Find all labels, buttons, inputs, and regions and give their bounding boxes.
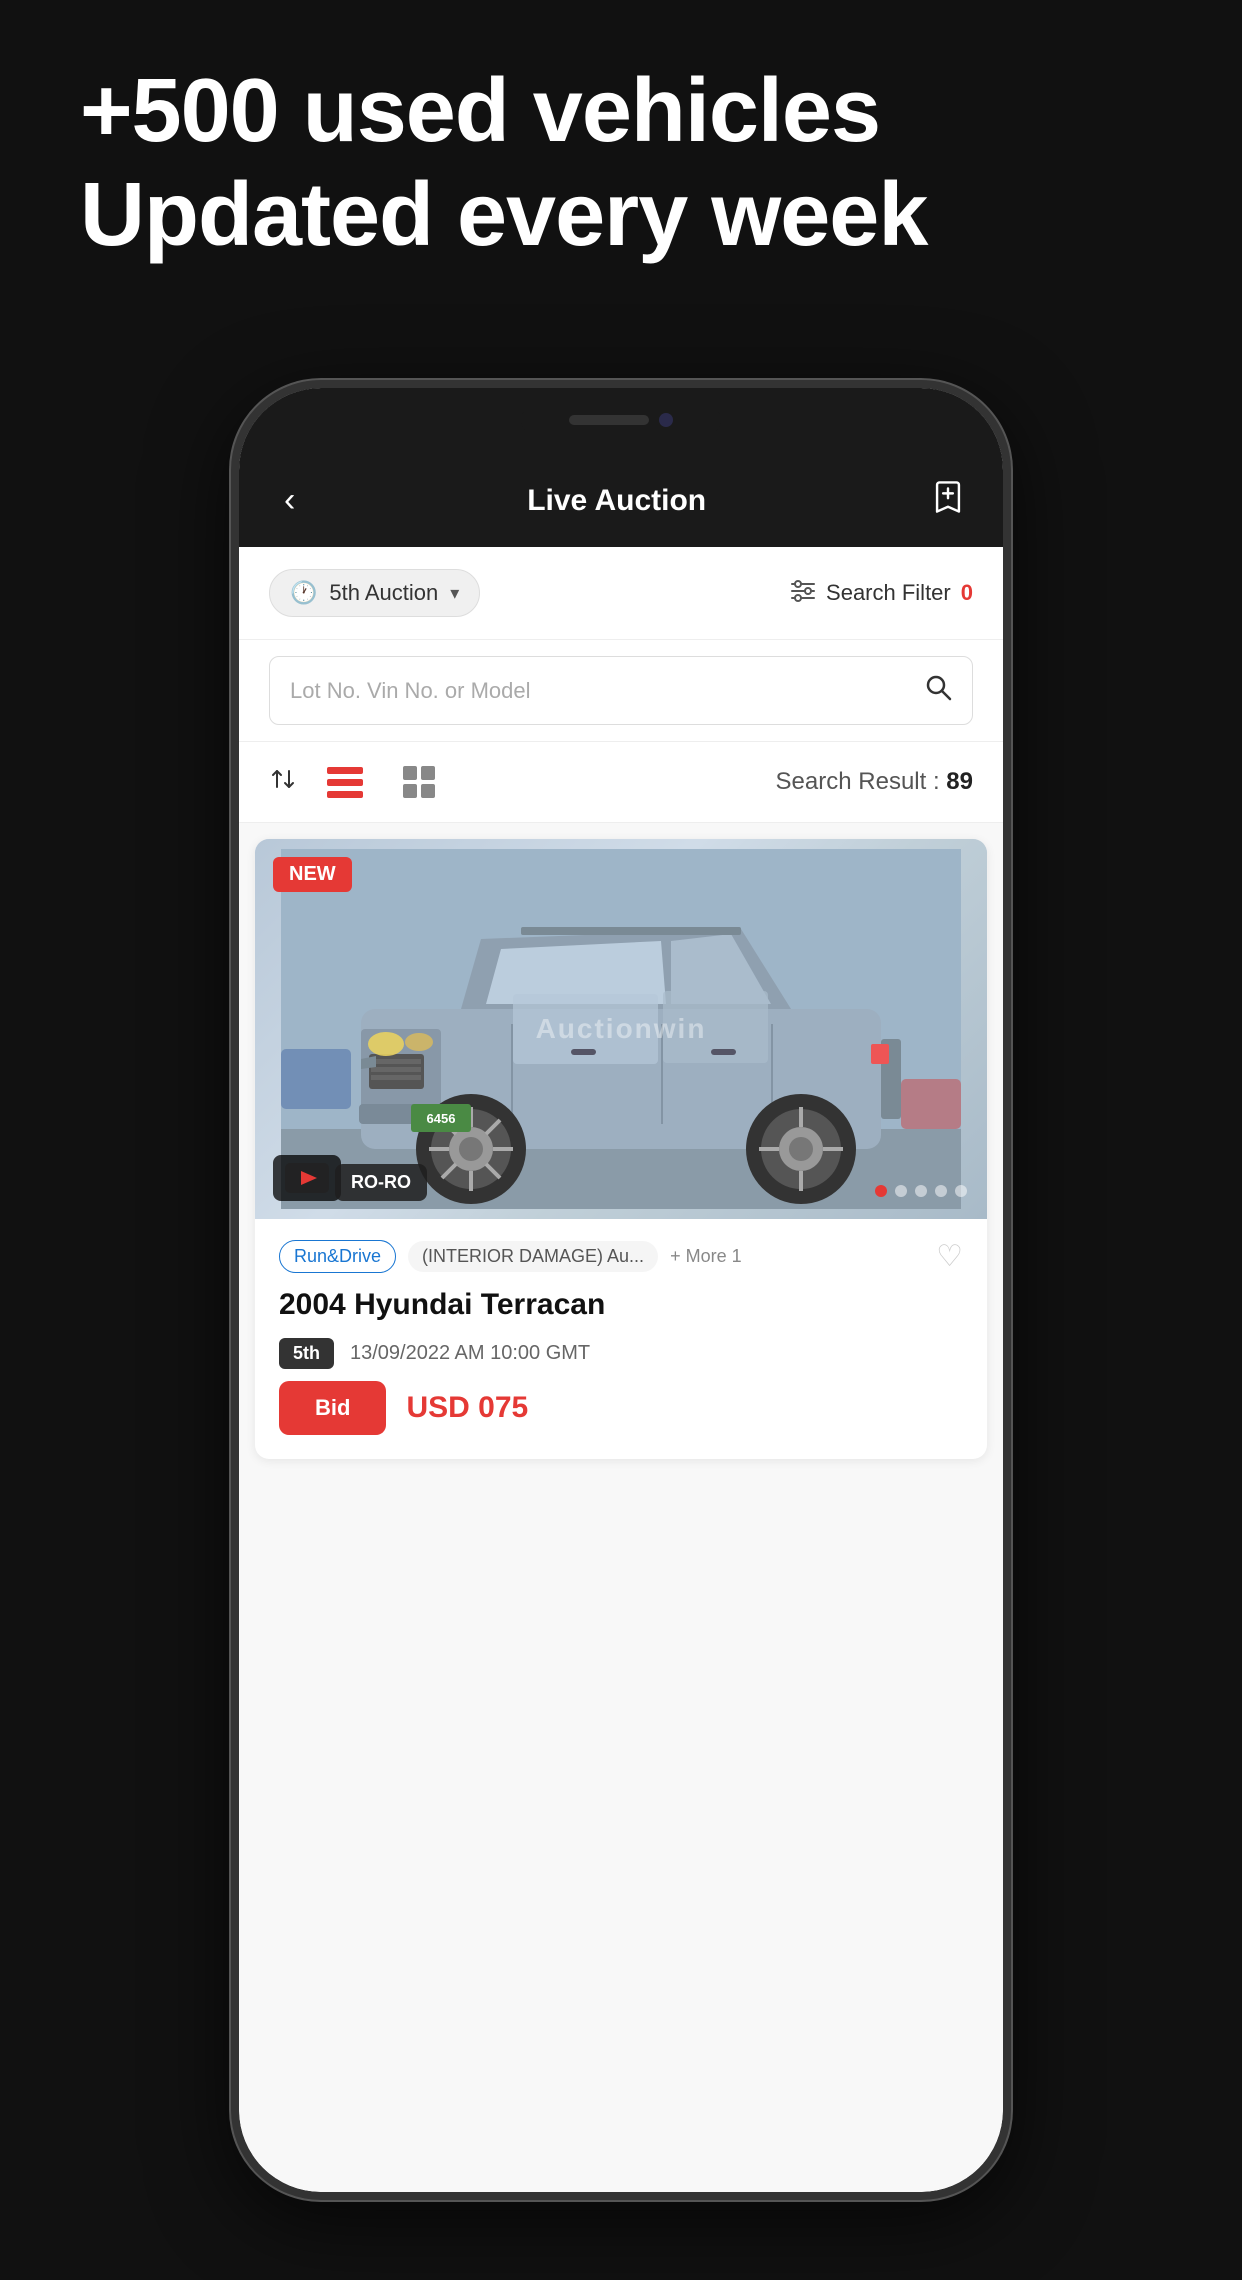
grid-view-button[interactable] xyxy=(393,760,445,804)
watermark: Auctionwin xyxy=(536,1013,707,1045)
auction-date: 13/09/2022 AM 10:00 GMT xyxy=(350,1342,590,1365)
list-view-button[interactable] xyxy=(317,761,373,804)
hero-section: +500 used vehicles Updated every week xyxy=(80,60,1162,267)
price-value: USD 075 xyxy=(406,1391,528,1425)
speaker xyxy=(569,415,649,425)
phone-screen: ‹ Live Auction 🕐 5th Auction ▾ xyxy=(239,388,1003,2192)
damage-tag: (INTERIOR DAMAGE) Au... xyxy=(408,1241,658,1272)
condition-tag: Run&Drive xyxy=(279,1240,396,1273)
car-name: 2004 Hyundai Terracan xyxy=(279,1288,963,1322)
more-tag: + More 1 xyxy=(670,1246,742,1267)
hero-line2: Updated every week xyxy=(80,165,927,265)
search-filter-label: Search Filter xyxy=(826,580,951,606)
search-result-count: 89 xyxy=(946,768,973,795)
filter-bar: 🕐 5th Auction ▾ xyxy=(239,547,1003,640)
auction-info: 5th 13/09/2022 AM 10:00 GMT xyxy=(279,1338,963,1369)
header-title: Live Auction xyxy=(527,484,706,518)
video-badge[interactable] xyxy=(273,1155,341,1201)
image-dots xyxy=(875,1185,967,1197)
dot-3 xyxy=(915,1185,927,1197)
svg-text:6456: 6456 xyxy=(427,1111,456,1126)
search-result-label: Search Result : xyxy=(776,768,940,795)
car-info: Run&Drive (INTERIOR DAMAGE) Au... + More… xyxy=(255,1219,987,1459)
search-bar: Lot No. Vin No. or Model xyxy=(239,640,1003,742)
dot-1 xyxy=(875,1185,887,1197)
car-tags: Run&Drive (INTERIOR DAMAGE) Au... + More… xyxy=(279,1239,963,1274)
view-controls: Search Result : 89 xyxy=(239,742,1003,823)
new-badge: NEW xyxy=(273,857,352,892)
back-button[interactable]: ‹ xyxy=(279,476,300,525)
search-result: Search Result : 89 xyxy=(776,768,973,796)
car-listing-card[interactable]: 6456 Auctionwin xyxy=(255,839,987,1459)
content-area: 🕐 5th Auction ▾ xyxy=(239,547,1003,2192)
phone-frame: ‹ Live Auction 🕐 5th Auction ▾ xyxy=(231,380,1011,2200)
auction-number: 5th xyxy=(279,1338,334,1369)
phone-notch xyxy=(521,406,721,434)
auction-selector[interactable]: 🕐 5th Auction ▾ xyxy=(269,569,480,617)
dot-5 xyxy=(955,1185,967,1197)
search-placeholder: Lot No. Vin No. or Model xyxy=(290,678,531,704)
camera xyxy=(659,413,673,427)
app-header: ‹ Live Auction xyxy=(239,458,1003,547)
dot-4 xyxy=(935,1185,947,1197)
grid-view-icon xyxy=(403,766,435,798)
hero-title: +500 used vehicles Updated every week xyxy=(80,60,1162,267)
car-image: 6456 Auctionwin xyxy=(255,839,987,1219)
search-icon xyxy=(924,673,952,708)
favorite-button[interactable]: ♡ xyxy=(936,1239,963,1274)
price-row: Bid USD 075 xyxy=(279,1381,963,1435)
bid-button[interactable]: Bid xyxy=(279,1381,386,1435)
list-view-icon xyxy=(327,767,363,798)
dot-2 xyxy=(895,1185,907,1197)
search-filter-button[interactable]: Search Filter 0 xyxy=(790,578,973,609)
clock-icon: 🕐 xyxy=(290,580,317,606)
sort-icon[interactable] xyxy=(269,765,297,800)
search-input-wrap[interactable]: Lot No. Vin No. or Model xyxy=(269,656,973,725)
hero-line1: +500 used vehicles xyxy=(80,61,880,161)
car-photo: 6456 Auctionwin xyxy=(255,839,987,1219)
filter-icon xyxy=(790,578,816,609)
bookmark-button[interactable] xyxy=(933,480,963,522)
roro-badge: RO-RO xyxy=(335,1164,427,1201)
auction-label: 5th Auction xyxy=(329,580,438,606)
dropdown-arrow-icon: ▾ xyxy=(450,583,459,604)
filter-count-badge: 0 xyxy=(961,580,973,606)
